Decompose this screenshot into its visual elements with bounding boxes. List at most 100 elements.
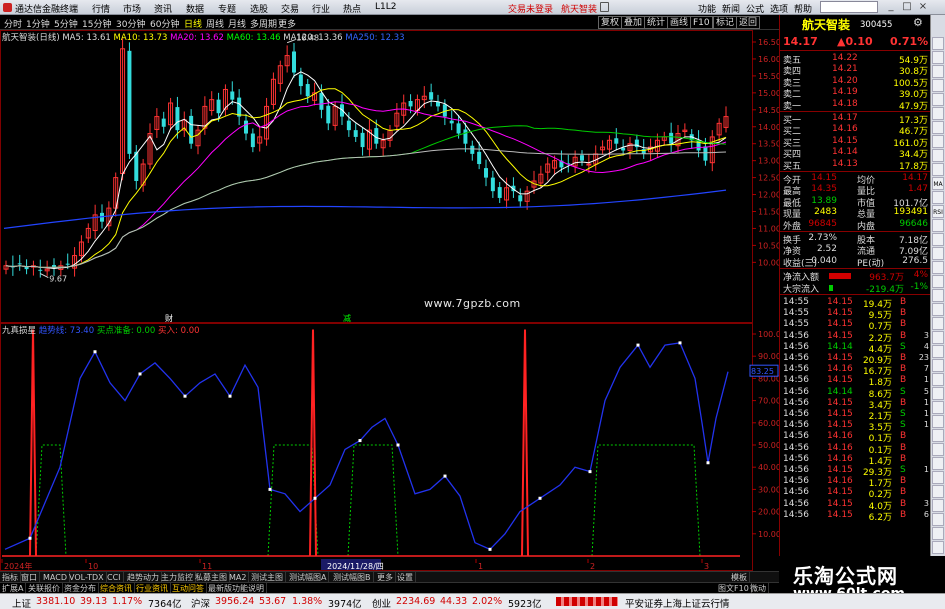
sidebar-tool-icon[interactable] [932,443,944,456]
menu-bangzhu[interactable]: 帮助 [794,2,812,15]
period-30min[interactable]: 30分钟 [116,17,145,30]
menu-zixun[interactable]: 资讯 [154,2,172,15]
stat-value: 2.73% [808,233,837,243]
menu-gongneng[interactable]: 功能 [698,2,716,15]
sidebar-tool-icon[interactable] [932,107,944,120]
period-more[interactable]: 更多 [278,17,296,30]
sidebar-tool-icon[interactable] [932,485,944,498]
broker-quote-source[interactable]: 平安证券上海上证云行情 [625,596,730,609]
tick-price: 14.14 [827,386,853,397]
tick-price: 14.16 [827,431,853,442]
sidebar-tool-icon[interactable] [932,289,944,302]
sh-index-label[interactable]: 上证 [12,596,31,609]
y-tick-label: 16.00 [758,55,779,64]
sidebar-tool-icon[interactable] [932,233,944,246]
sidebar-tool-icon[interactable] [932,527,944,540]
menu-zhuanti[interactable]: 专题 [218,2,236,15]
sidebar-tool-icon[interactable] [932,387,944,400]
stat-value: 0.040 [811,255,837,266]
sidebar-ma-button[interactable]: MA [932,177,944,190]
sidebar-tool-icon[interactable] [932,149,944,162]
indicator-sub-chart[interactable]: 100.0090.0080.0070.0060.0050.0040.0030.0… [0,323,779,571]
draw-button[interactable]: 画线 [667,16,692,29]
sidebar-tool-icon[interactable] [932,471,944,484]
menu-shuju[interactable]: 数据 [186,2,204,15]
tick-time: 14:55 [783,308,809,319]
sidebar-tool-icon[interactable] [932,261,944,274]
sidebar-tool-icon[interactable] [932,121,944,134]
kline-main-chart[interactable]: 16.50 16.00 15.50 15.00 14.50 14.00 13.50 13.00… [0,30,779,323]
menu-xuangu[interactable]: 选股 [250,2,268,15]
sidebar-tool-icon[interactable] [932,541,944,554]
current-value-label: 83.25 [751,367,774,376]
sz-index-amount: 3974亿 [328,599,362,609]
candle-body-down [292,51,296,73]
sidebar-tool-icon[interactable] [932,247,944,260]
period-multi[interactable]: 多周期 [250,17,277,30]
period-weekly[interactable]: 周线 [206,17,224,30]
menu-xuanxiang[interactable]: 选项 [770,2,788,15]
stats-button[interactable]: 统计 [644,16,669,29]
trade-login-notice[interactable]: 交易未登录 [508,2,553,15]
period-monthly[interactable]: 月线 [228,17,246,30]
f10-button[interactable]: F10 [690,16,713,29]
period-fenshi[interactable]: 分时 [4,17,22,30]
maximize-icon[interactable]: □ [901,1,913,13]
menu-l1l2[interactable]: L1L2 [375,2,396,12]
menu-xinwen[interactable]: 新闻 [722,2,740,15]
menu-hangqing[interactable]: 行情 [92,2,110,15]
mark-button[interactable]: 标记 [713,16,738,29]
menu-redian[interactable]: 热点 [343,2,361,15]
sz-index-label[interactable]: 沪深 [191,596,210,609]
sidebar-tool-icon[interactable] [932,429,944,442]
settings-icon[interactable]: ⚙ [913,16,923,29]
sidebar-tool-icon[interactable] [932,191,944,204]
menu-gongshi[interactable]: 公式 [746,2,764,15]
sidebar-tool-icon[interactable] [932,415,944,428]
sidebar-tool-icon[interactable] [932,513,944,526]
sidebar-tool-icon[interactable] [932,359,944,372]
sidebar-tool-icon[interactable] [932,51,944,64]
sidebar-tool-icon[interactable] [932,275,944,288]
candle-body-down [429,92,434,100]
sidebar-tool-icon[interactable] [932,163,944,176]
indicator-title: 九真损星 [2,326,37,336]
menu-shichang[interactable]: 市场 [123,2,141,15]
tick-count: 23 [918,353,929,362]
tick-price: 14.14 [827,341,853,352]
sidebar-tool-icon[interactable] [932,401,944,414]
close-icon[interactable]: × [917,1,929,13]
lock-icon[interactable] [600,2,609,12]
sidebar-tool-icon[interactable] [932,37,944,50]
sidebar-tool-icon[interactable] [932,303,944,316]
sidebar-tool-icon[interactable] [932,499,944,512]
cy-index-label[interactable]: 创业 [372,596,391,609]
sidebar-tool-icon[interactable] [932,65,944,78]
current-stock-notice[interactable]: 航天智装 [561,2,597,15]
fuquan-button[interactable]: 复权 [598,16,623,29]
sidebar-tool-icon[interactable] [932,79,944,92]
sidebar-tool-icon[interactable] [932,135,944,148]
sidebar-tool-icon[interactable] [932,317,944,330]
sidebar-tool-icon[interactable] [932,93,944,106]
tick-count: 1 [923,375,929,385]
trend-point [706,461,710,465]
sidebar-tool-icon[interactable] [932,373,944,386]
sidebar-tool-icon[interactable] [932,219,944,232]
tick-count: 4 [923,341,929,351]
period-60min[interactable]: 60分钟 [150,17,179,30]
back-button[interactable]: 返回 [736,16,761,29]
sidebar-tool-icon[interactable] [932,331,944,344]
overlay-button[interactable]: 叠加 [621,16,646,29]
period-1min[interactable]: 1分钟 [26,17,50,30]
sidebar-tool-icon[interactable] [932,345,944,358]
minimize-icon[interactable]: _ [885,1,897,13]
period-5min[interactable]: 5分钟 [54,17,78,30]
period-15min[interactable]: 15分钟 [82,17,111,30]
menu-hangye[interactable]: 行业 [312,2,330,15]
sidebar-rsi-button[interactable]: RSI [932,205,944,218]
stock-name[interactable]: 航天智装 [802,16,850,33]
sidebar-tool-icon[interactable] [932,457,944,470]
period-daily[interactable]: 日线 [184,17,202,30]
menu-jiaoyi[interactable]: 交易 [281,2,299,15]
